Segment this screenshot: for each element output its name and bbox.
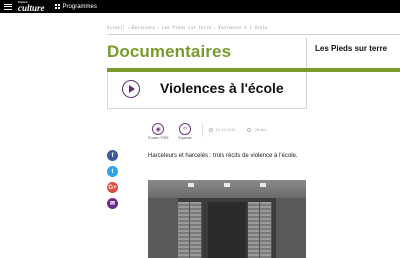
google-plus-icon: G+ xyxy=(108,184,117,191)
breadcrumb: Accueil › Émissions › Les Pieds sur terre › Vi… xyxy=(107,25,268,30)
clock-icon xyxy=(247,127,252,132)
divider xyxy=(306,38,307,70)
play-icon xyxy=(129,85,135,93)
episode-title: Violences à l'école xyxy=(160,80,284,96)
programmes-link[interactable]: Programmes xyxy=(54,3,97,10)
embed-label: Exporter xyxy=(178,136,192,140)
embed-button[interactable]: ‹› Exporter xyxy=(179,123,192,140)
duration: 28 min xyxy=(247,127,266,132)
play-button[interactable] xyxy=(122,80,140,98)
episode-summary: Harceleurs et harcelés : trois récits de… xyxy=(148,153,298,159)
episode-meta-row: ◉ iTunes / RSS ‹› Exporter 21.11.2016 28… xyxy=(148,123,278,143)
divider xyxy=(107,34,400,35)
photo-ceiling-light xyxy=(224,183,230,187)
google-plus-share-button[interactable]: G+ xyxy=(107,182,118,193)
code-icon: ‹› xyxy=(179,123,192,135)
programmes-label: Programmes xyxy=(62,3,97,10)
podcast-button[interactable]: ◉ iTunes / RSS xyxy=(148,123,169,140)
photo-wall xyxy=(148,198,178,258)
email-icon: ✉ xyxy=(109,201,116,207)
facebook-icon: f xyxy=(111,152,114,159)
breadcrumb-item-emissions[interactable]: Émissions xyxy=(132,25,155,30)
section-title[interactable]: Documentaires xyxy=(107,42,231,62)
podcast-label: iTunes / RSS xyxy=(148,136,169,140)
breadcrumb-separator: › xyxy=(157,25,160,30)
broadcast-date: 21.11.2016 xyxy=(208,127,236,132)
breadcrumb-separator: › xyxy=(213,25,217,30)
grid-icon xyxy=(54,4,60,9)
breadcrumb-separator: › xyxy=(127,25,130,30)
calendar-icon xyxy=(208,127,213,132)
breadcrumb-item-show[interactable]: Les Pieds sur terre xyxy=(162,25,212,30)
logo-big-text: culture xyxy=(18,2,45,13)
episode-photo xyxy=(148,180,306,258)
photo-ceiling-light xyxy=(188,183,194,187)
breadcrumb-item-episode: Violences à l'école xyxy=(218,25,268,30)
top-navigation-bar: france culture Programmes xyxy=(0,0,400,13)
hamburger-icon[interactable] xyxy=(4,3,12,10)
facebook-share-button[interactable]: f xyxy=(107,150,118,161)
divider xyxy=(201,123,203,137)
photo-corridor xyxy=(208,202,246,258)
show-name-link[interactable]: Les Pieds sur terre xyxy=(315,44,387,53)
photo-locker xyxy=(260,202,272,258)
podcast-icon: ◉ xyxy=(152,123,165,135)
twitter-icon: t xyxy=(111,168,114,175)
email-share-button[interactable]: ✉ xyxy=(107,198,118,209)
duration-text: 28 min xyxy=(254,127,267,132)
breadcrumb-item-home[interactable]: Accueil xyxy=(107,25,125,30)
photo-wall xyxy=(276,198,306,258)
twitter-share-button[interactable]: t xyxy=(107,166,118,177)
photo-ceiling-light xyxy=(260,183,266,187)
date-text: 21.11.2016 xyxy=(215,127,236,132)
photo-locker xyxy=(178,202,190,258)
france-culture-logo[interactable]: france culture xyxy=(18,0,45,13)
share-buttons: f t G+ ✉ xyxy=(107,150,118,214)
photo-locker xyxy=(190,202,202,258)
photo-locker xyxy=(248,202,260,258)
